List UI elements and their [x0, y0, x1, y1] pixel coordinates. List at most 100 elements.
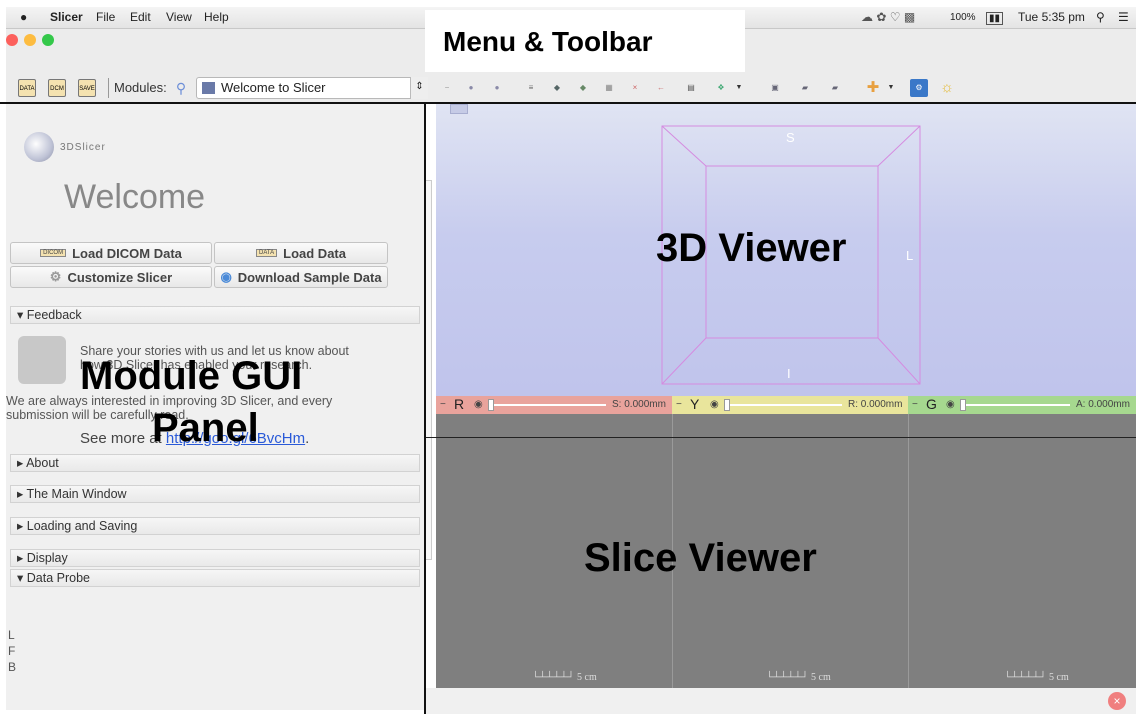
scale-label-green: 5 cm [1049, 672, 1069, 683]
clock[interactable]: Tue 5:35 pm [1018, 10, 1085, 24]
slice-bar-red[interactable]: − R ◉ S: 0.000mm [436, 396, 672, 414]
slice-slider-handle[interactable] [488, 399, 494, 411]
redo-icon[interactable]: ● [488, 79, 506, 97]
annotation-box-toolbar: Menu & Toolbar [425, 10, 745, 72]
eye-icon[interactable]: ◉ [474, 399, 483, 410]
scene-restore-icon[interactable]: ▰ [826, 79, 844, 97]
apple-menu-icon[interactable]: ● [20, 10, 27, 24]
slice-slider-handle[interactable] [960, 399, 966, 411]
slice-slider-track[interactable] [724, 404, 842, 406]
slicer-logo-icon [24, 132, 54, 162]
module-search-icon[interactable]: ⚲ [172, 79, 190, 97]
display-section-header[interactable]: ▸ Display [10, 549, 420, 567]
chevron-updown-icon: ⇕ [410, 77, 428, 99]
mouse-mode-icon[interactable]: − [438, 79, 456, 97]
see-more-suffix: . [305, 430, 310, 447]
customize-slicer-button[interactable]: ⚙ Customize Slicer [10, 266, 212, 288]
slice-slider-handle[interactable] [724, 399, 730, 411]
download-icon: ◉ [220, 269, 232, 284]
battery-percent: 100% [950, 12, 976, 23]
slice-bar-green[interactable]: − G ◉ A: 0.000mm [908, 396, 1136, 414]
view-3d-icon[interactable]: ◆ [574, 79, 592, 97]
table-icon[interactable]: ▦ [600, 79, 618, 97]
undo-icon[interactable]: ● [462, 79, 480, 97]
status-icons[interactable]: ☁ ✿ ♡ ▩ [861, 10, 915, 24]
crosshair-hide-icon[interactable]: × [626, 79, 644, 97]
load-data-button[interactable]: DATA Load Data [214, 242, 388, 264]
slice-controller-bars: − R ◉ S: 0.000mm − Y ◉ R: 0.000mm − G ◉ … [436, 396, 1136, 414]
screenshot-icon[interactable]: ▣ [766, 79, 784, 97]
slice-bar-yellow[interactable]: − Y ◉ R: 0.000mm [672, 396, 908, 414]
probe-label-b: B [8, 660, 17, 674]
notification-center-icon[interactable]: ☰ [1118, 10, 1129, 24]
module-selector[interactable]: Welcome to Slicer ⇕ [196, 77, 428, 99]
panel-divider [424, 104, 426, 714]
save-data-icon[interactable]: SAVE [78, 79, 96, 97]
annotation-divider [426, 437, 1136, 438]
annotation-panel: Panel [152, 406, 259, 450]
logo-text: 3DSlicer [60, 142, 106, 153]
orientation-label-s: S [786, 130, 795, 145]
ruler-icon[interactable]: ▤ [682, 79, 700, 97]
data-probe-section-header[interactable]: ▾ Data Probe [10, 569, 420, 587]
probe-label-l: L [8, 628, 15, 642]
slice-slider-track[interactable] [488, 404, 606, 406]
scale-bar-green: └┴┴┴┴┘ 5 cm [1004, 672, 1069, 683]
collapse-right-icon: ▸ [17, 519, 24, 533]
annotation-3d-viewer: 3D Viewer [656, 226, 847, 270]
collapse-down-icon: ▾ [17, 571, 24, 585]
load-dicom-button[interactable]: DICOM Load DICOM Data [10, 242, 212, 264]
markups-icon[interactable]: ❖ [712, 79, 730, 97]
main-window-section-header[interactable]: ▸ The Main Window [10, 485, 420, 503]
layout-icon[interactable]: ≡ [522, 79, 540, 97]
slice-divider [908, 414, 909, 688]
eye-icon[interactable]: ◉ [946, 399, 955, 410]
load-dicom-icon[interactable]: DCM [48, 79, 66, 97]
fiducial-icon[interactable]: ← [652, 79, 670, 97]
display-label: Display [26, 551, 68, 565]
menu-help[interactable]: Help [204, 10, 229, 24]
close-window-button[interactable] [6, 34, 18, 46]
slice-viewer[interactable]: └┴┴┴┴┘ 5 cm └┴┴┴┴┘ 5 cm └┴┴┴┴┘ 5 cm Slic… [436, 414, 1136, 688]
annotation-module-gui: Module GUI [80, 354, 303, 398]
pin-icon: − [912, 399, 918, 410]
slice-name-red: R [454, 396, 465, 412]
extensions-icon[interactable]: ⚙ [910, 79, 928, 97]
download-sample-button[interactable]: ◉ Download Sample Data [214, 266, 388, 288]
about-label: About [26, 456, 59, 470]
spotlight-search-icon[interactable]: ⚲ [1096, 10, 1105, 24]
menu-file[interactable]: File [96, 10, 115, 24]
app-menu[interactable]: Slicer [50, 10, 83, 24]
battery-icon[interactable]: ▮▮ [986, 12, 1004, 25]
collapse-right-icon: ▸ [17, 551, 24, 565]
load-data-icon[interactable]: DATA [18, 79, 36, 97]
minimize-window-button[interactable] [24, 34, 36, 46]
see-more-prefix: See more at [80, 430, 162, 447]
slice-slider-track[interactable] [960, 404, 1070, 406]
menu-view[interactable]: View [166, 10, 192, 24]
menu-edit[interactable]: Edit [130, 10, 151, 24]
crosshair-dropdown-icon[interactable]: ▼ [882, 79, 900, 97]
toolbar-separator [108, 78, 109, 98]
markups-dropdown-icon[interactable]: ▼ [730, 79, 748, 97]
load-data-label: Load Data [283, 245, 346, 261]
orientation-label-i: I [787, 366, 791, 381]
view-icon[interactable]: ◆ [548, 79, 566, 97]
crosshair-icon[interactable]: ✚ [864, 79, 882, 97]
module-panel: 3DSlicer Welcome DICOM Load DICOM Data D… [6, 104, 432, 710]
collapse-right-icon: ▸ [17, 456, 24, 470]
loading-saving-section-header[interactable]: ▸ Loading and Saving [10, 517, 420, 535]
speech-bubble-icon [18, 336, 66, 384]
slice-offset-yellow: R: 0.000mm [848, 399, 903, 410]
feedback-section-header[interactable]: ▾ Feedback [10, 306, 420, 324]
viewer-3d[interactable]: S I L 3D Viewer [436, 104, 1136, 396]
python-console-icon[interactable]: ☼ [938, 79, 956, 97]
probe-label-f: F [8, 644, 16, 658]
about-section-header[interactable]: ▸ About [10, 454, 420, 472]
scale-label-red: 5 cm [577, 672, 597, 683]
eye-icon[interactable]: ◉ [710, 399, 719, 410]
slice-name-yellow: Y [690, 396, 700, 412]
scene-view-icon[interactable]: ▰ [796, 79, 814, 97]
zoom-window-button[interactable] [42, 34, 54, 46]
error-log-icon[interactable]: × [1108, 692, 1126, 710]
